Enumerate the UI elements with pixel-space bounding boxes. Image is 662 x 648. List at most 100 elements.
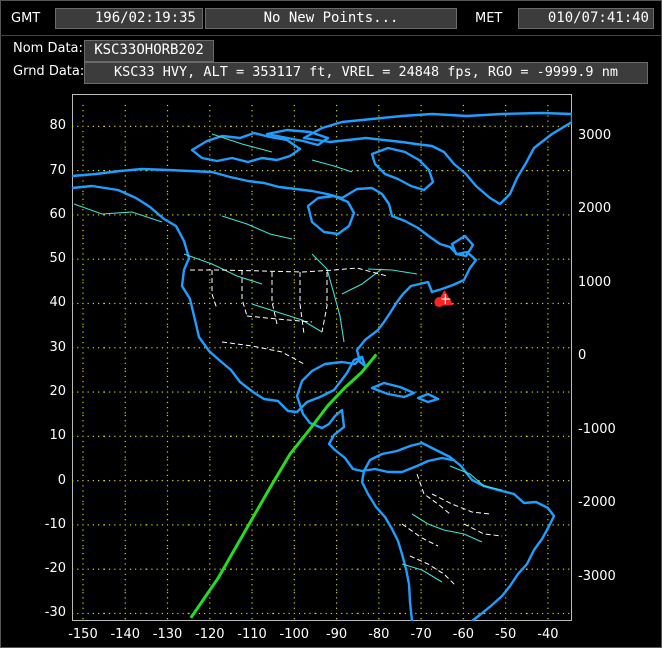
lon-tick-label: -50 — [495, 627, 517, 642]
grid-dot — [166, 370, 169, 372]
grid-dot — [373, 347, 375, 349]
grid-dot — [198, 612, 200, 615]
grid-dot — [146, 125, 148, 127]
grid-dot — [467, 258, 470, 260]
grid-dot — [283, 125, 285, 127]
grid-dot — [251, 618, 253, 620]
grid-dot — [293, 235, 295, 237]
grid-dot — [124, 563, 126, 565]
grid-dot — [293, 136, 295, 138]
grid-dot — [505, 485, 507, 487]
grid-dot — [457, 391, 459, 393]
grid-dot — [182, 258, 184, 260]
grid-dot — [161, 480, 163, 482]
grid-dot — [209, 386, 211, 388]
grid-dot — [378, 597, 380, 599]
grid-dot — [114, 391, 116, 393]
grid-dot — [399, 214, 401, 216]
grid-dot — [420, 578, 422, 581]
grid-dot — [393, 524, 396, 526]
grid-dot — [251, 318, 253, 320]
grid-dot — [124, 513, 126, 516]
grid-dot — [547, 547, 549, 549]
grid-dot — [103, 170, 106, 172]
grid-dot — [124, 490, 126, 492]
grid-dot — [351, 302, 353, 305]
grid-dot — [367, 612, 370, 615]
grid-dot — [109, 302, 111, 305]
grid-dot — [103, 435, 106, 437]
grid-dot — [505, 120, 507, 122]
grid-dot — [462, 125, 464, 127]
grid-dot — [72, 170, 74, 172]
grid-dot — [272, 391, 275, 393]
grid-dot — [462, 341, 464, 344]
grid-dot — [283, 258, 285, 260]
grid-dot — [357, 258, 359, 260]
grid-dot — [119, 258, 121, 260]
grid-dot — [547, 539, 549, 542]
grid-dot — [430, 125, 433, 127]
grid-dot — [82, 154, 84, 156]
grid-dot — [452, 391, 454, 393]
grid-dot — [109, 612, 111, 615]
grid-dot — [330, 612, 332, 615]
grid-dot — [82, 341, 84, 344]
grid-dot — [230, 391, 232, 393]
grid-dot — [335, 435, 338, 437]
grid-dot — [209, 539, 211, 542]
grid-dot — [378, 370, 380, 372]
grid-dot — [462, 545, 464, 547]
grid-dot — [267, 568, 269, 570]
grid-dot — [293, 323, 295, 325]
grid-dot — [166, 146, 169, 148]
grid-dot — [251, 326, 253, 328]
grid-dot — [378, 323, 380, 325]
grid-dot — [166, 474, 169, 477]
grid-dot — [124, 435, 126, 437]
grid-dot — [378, 219, 380, 221]
grid-dot — [462, 136, 464, 138]
grid-dot — [109, 480, 111, 482]
grid-dot — [420, 539, 422, 542]
met-label: MET — [475, 11, 503, 26]
grid-dot — [87, 347, 89, 349]
grid-dot — [562, 214, 565, 216]
grid-dot — [462, 440, 464, 443]
grid-dot — [82, 282, 84, 284]
grid-dot — [82, 420, 84, 422]
grid-dot — [219, 347, 221, 349]
grid-dot — [166, 469, 169, 471]
grid-dot — [462, 248, 464, 250]
gmt-display: 196/02:19:35 — [55, 8, 203, 29]
grid-dot — [351, 391, 353, 393]
grid-dot — [124, 589, 126, 591]
grid-dot — [293, 341, 295, 344]
grid-dot — [283, 347, 285, 349]
grid-dot — [505, 352, 507, 354]
grid-dot — [251, 341, 253, 344]
grid-dot — [124, 297, 126, 299]
grid-dot — [166, 407, 169, 409]
grid-dot — [547, 602, 549, 604]
lat-tick-label: -20 — [44, 561, 66, 577]
grid-dot — [547, 612, 549, 615]
grid-dot — [151, 258, 153, 260]
grid-dot — [140, 125, 142, 127]
grid-dot — [473, 391, 475, 393]
grid-dot — [531, 524, 533, 526]
lon-tick-label: -150 — [68, 627, 98, 642]
grid-dot — [452, 125, 454, 127]
grid-dot — [309, 391, 311, 393]
grid-dot — [103, 302, 106, 305]
grid-dot — [547, 146, 549, 148]
grid-dot — [209, 563, 211, 565]
grid-dot — [515, 435, 517, 437]
grid-dot — [547, 104, 549, 107]
grid-dot — [293, 529, 295, 531]
grid-dot — [542, 214, 544, 216]
grid-dot — [251, 456, 253, 458]
grid-dot — [278, 524, 280, 526]
grid-dot — [293, 584, 295, 586]
grid-dot — [251, 367, 253, 370]
